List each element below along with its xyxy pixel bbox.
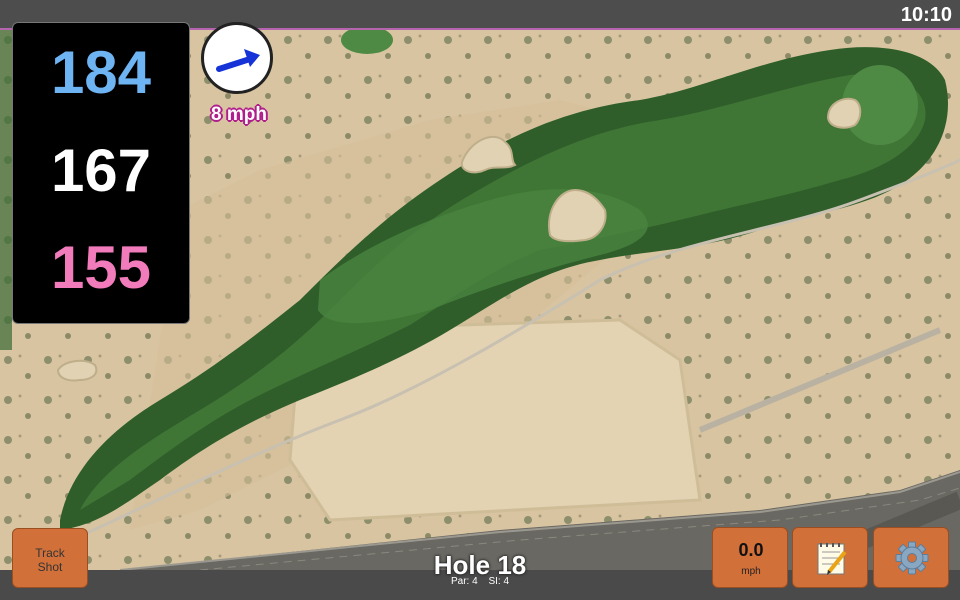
gear-icon: [895, 541, 929, 575]
track-shot-label-line2: Shot: [37, 560, 63, 574]
settings-button[interactable]: [873, 527, 949, 588]
wind-speed-button[interactable]: 0.0 mph: [712, 527, 788, 588]
notes-button[interactable]: [792, 527, 868, 588]
front-distance: 155: [50, 234, 152, 301]
stroke-index-label: SI: 4: [488, 576, 510, 587]
par-label: Par: 4: [450, 576, 478, 587]
notepad-icon: [817, 543, 847, 575]
wind-speed-unit: mph: [741, 566, 761, 577]
hole-info: Par: 4 SI: 4: [380, 576, 580, 587]
back-distance: 184: [50, 39, 152, 106]
track-shot-button[interactable]: Track Shot: [12, 528, 88, 588]
wind-arrow-icon: [216, 49, 260, 72]
track-shot-label-line1: Track: [35, 546, 65, 560]
distance-panel: 184 167 155: [12, 22, 190, 324]
middle-distance: 167: [50, 137, 152, 204]
wind-speed-value: 0.0: [738, 540, 764, 560]
wind-indicator: [201, 22, 273, 94]
clock: 10:10: [900, 4, 952, 26]
wind-speed-label: 8 mph: [211, 104, 267, 125]
